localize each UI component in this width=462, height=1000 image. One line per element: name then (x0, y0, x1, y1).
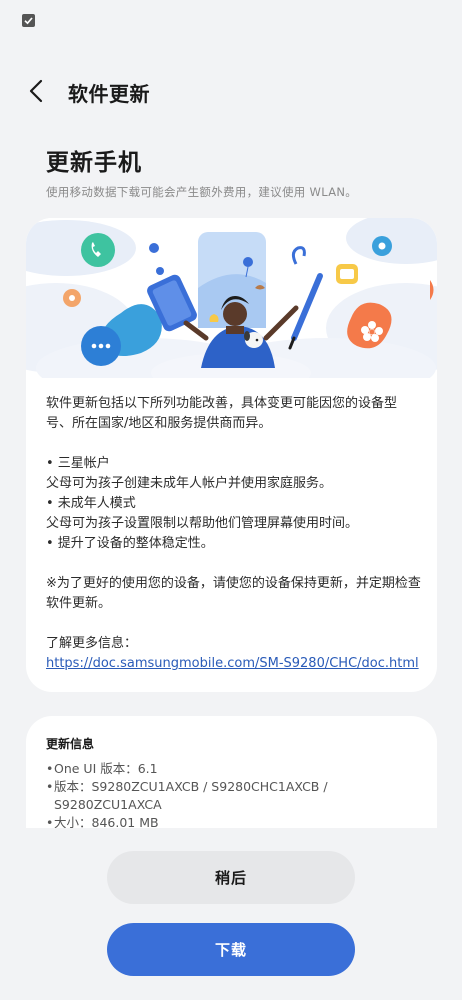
build-version-continued: S9280ZCU1AXCA (54, 797, 162, 812)
build-version: 版本：S9280ZCU1AXCB / S9280CHC1AXCB / (54, 779, 328, 794)
phone-icon (81, 233, 115, 267)
feature-heading: • 提升了设备的整体稳定性。 (46, 536, 214, 551)
checkbox-notification-icon (22, 14, 35, 27)
update-info-card: 更新信息 • One UI 版本：6.1 • 版本：S9280ZCU1AXCB … (26, 716, 437, 828)
list-item: • 大小：846.01 MB (46, 814, 426, 828)
note-text-line: 软件更新。 (46, 596, 112, 611)
page-title: 更新手机 (46, 150, 142, 176)
update-info-title: 更新信息 (46, 737, 95, 751)
later-button[interactable]: 稍后 (107, 851, 355, 904)
software-update-screen: 软件更新 更新手机 使用移动数据下载可能会产生额外费用，建议使用 WLAN。 软… (0, 0, 462, 1000)
feature-heading: • 未成年人模式 (46, 496, 136, 511)
download-button[interactable]: 下载 (107, 923, 355, 976)
update-info-list: • One UI 版本：6.1 • 版本：S9280ZCU1AXCB / S92… (46, 760, 426, 828)
more-info-label: 了解更多信息： (46, 636, 138, 651)
header-title: 软件更新 (68, 82, 150, 106)
message-card-icon (336, 264, 358, 284)
list-item: • 版本：S9280ZCU1AXCB / S9280CHC1AXCB / (46, 779, 328, 794)
feature-text: 父母可为孩子创建未成年人帐户并使用家庭服务。 (46, 476, 333, 491)
list-item: • One UI 版本：6.1 (46, 761, 158, 776)
download-size: 大小：846.01 MB (54, 815, 159, 828)
data-usage-notice: 使用移动数据下载可能会产生额外费用，建议使用 WLAN。 (46, 185, 358, 199)
update-illustration (26, 218, 437, 398)
feature-heading: • 三星帐户 (46, 456, 110, 471)
feature-text: 父母可为孩子设置限制以帮助他们管理屏幕使用时间。 (46, 516, 359, 531)
one-ui-version: One UI 版本：6.1 (54, 761, 158, 776)
app-header: 软件更新 (0, 66, 462, 118)
update-details-card: 软件更新包括以下所列功能改善，具体变更可能因您的设备型 号、所在国家/地区和服务… (26, 218, 437, 692)
intro-text-line: 软件更新包括以下所列功能改善，具体变更可能因您的设备型 (46, 396, 398, 411)
status-bar (0, 0, 462, 44)
gear-icon (372, 236, 392, 256)
intro-text-line: 号、所在国家/地区和服务提供商而异。 (46, 416, 272, 431)
note-text-line: ※为了更好的使用您的设备，请使您的设备保持更新，并定期检查 (46, 576, 421, 591)
list-item: S9280ZCU1AXCA (46, 796, 426, 814)
more-info-link[interactable]: https://doc.samsungmobile.com/SM-S9280/C… (46, 656, 419, 671)
back-button[interactable] (24, 78, 50, 104)
chevron-left-icon (29, 79, 43, 103)
update-description: 软件更新包括以下所列功能改善，具体变更可能因您的设备型 号、所在国家/地区和服务… (46, 394, 424, 674)
